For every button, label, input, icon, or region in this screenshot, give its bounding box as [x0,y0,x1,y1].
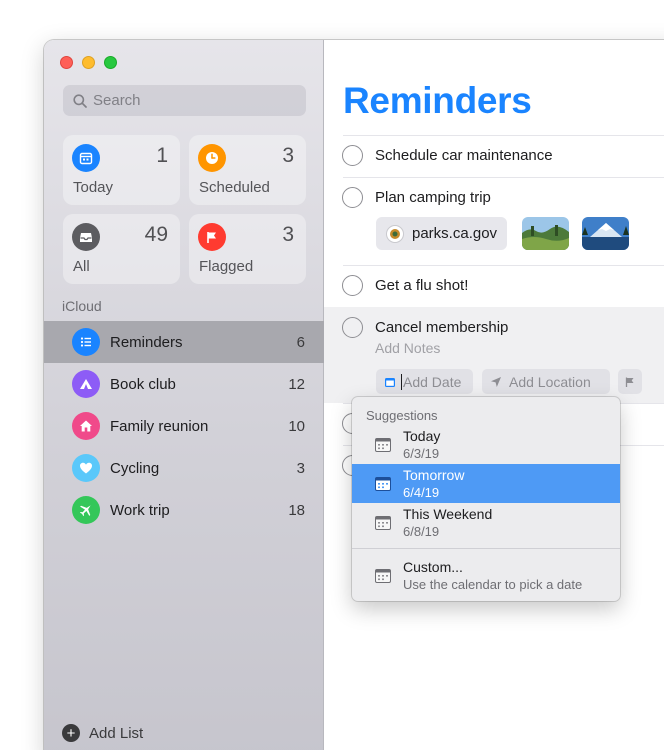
suggestion-label: This Weekend [403,506,493,522]
sidebar: Search 1 Today 3 Scheduled 49 All 3 Flag… [44,40,324,750]
zoom-window-button[interactable] [104,56,117,69]
flag-icon [198,223,226,251]
scheduled-count: 3 [282,144,294,167]
location-arrow-icon [491,376,501,387]
reminder-text[interactable]: Plan camping trip [375,189,491,206]
smart-list-all[interactable]: 49 All [63,214,180,284]
reminder-checkbox[interactable] [342,275,363,296]
calendar-icon [385,377,395,387]
flagged-label: Flagged [199,258,254,275]
clock-icon [198,144,226,172]
sidebar-item-cycling[interactable]: Cycling 3 [44,447,324,489]
suggestion-this-weekend[interactable]: This Weekend 6/8/19 [352,503,620,542]
add-notes-field[interactable]: Add Notes [375,340,440,356]
plus-icon: + [62,724,80,742]
list-icon [72,328,100,356]
window-controls [60,56,117,69]
add-location-label: Add Location [509,373,591,390]
smart-list-today[interactable]: 1 Today [63,135,180,205]
add-location-button[interactable]: Add Location [482,369,610,394]
smart-list-scheduled[interactable]: 3 Scheduled [189,135,306,205]
date-suggestions-popover: Suggestions Today 6/3/19 Tomorrow 6/4/19… [352,397,620,601]
popover-divider [352,548,620,549]
suggestion-tomorrow[interactable]: Tomorrow 6/4/19 [352,464,620,503]
suggestion-label: Custom... [403,559,463,575]
calendar-icon [375,569,391,583]
list-count: 18 [288,501,305,519]
airplane-icon [72,496,100,524]
tray-icon [72,223,100,251]
tent-icon [72,370,100,398]
today-count: 1 [156,144,168,167]
sidebar-item-reminders[interactable]: Reminders 6 [44,321,324,363]
divider [343,135,664,136]
reminder-text[interactable]: Cancel membership [375,319,508,336]
divider [343,265,664,266]
reminder-item[interactable]: Plan camping trip [342,187,491,208]
list-count: 10 [288,417,305,435]
minimize-window-button[interactable] [82,56,95,69]
link-attachment[interactable]: parks.ca.gov [376,217,508,250]
suggestion-label: Today [403,428,441,444]
all-count: 49 [144,223,168,246]
suggestion-subtext: Use the calendar to pick a date [403,577,583,592]
list-count: 3 [296,459,305,477]
calendar-icon [375,477,391,491]
park-seal-icon [386,224,404,243]
list-name: Cycling [110,459,160,477]
reminder-item[interactable]: Cancel membership [342,317,508,338]
add-list-button[interactable]: + Add List [62,724,143,742]
reminders-window: Search 1 Today 3 Scheduled 49 All 3 Flag… [44,40,664,750]
sidebar-item-work-trip[interactable]: Work trip 18 [44,489,324,531]
link-text: parks.ca.gov [412,225,498,242]
sidebar-item-book-club[interactable]: Book club 12 [44,363,324,405]
scheduled-label: Scheduled [199,179,270,196]
search-icon [73,93,87,108]
main-content: Reminders Schedule car maintenance Plan … [324,40,664,750]
add-date-label: Add Date [403,373,462,390]
close-window-button[interactable] [60,56,73,69]
reminder-checkbox[interactable] [342,317,363,338]
flag-icon [625,377,634,387]
suggestion-label: Tomorrow [403,467,465,483]
reminder-checkbox[interactable] [342,145,363,166]
image-attachment-meadow[interactable] [522,217,569,250]
reminder-item[interactable]: Schedule car maintenance [342,145,553,166]
search-input[interactable]: Search [63,85,306,116]
smart-list-flagged[interactable]: 3 Flagged [189,214,306,284]
flag-button[interactable] [618,369,642,394]
icloud-section-label: iCloud [62,298,102,314]
list-count: 6 [296,333,305,351]
calendar-icon [72,144,100,172]
suggestion-custom[interactable]: Custom... Use the calendar to pick a dat… [352,556,620,595]
sidebar-item-family-reunion[interactable]: Family reunion 10 [44,405,324,447]
today-label: Today [73,179,114,196]
heart-icon [72,454,100,482]
suggestion-date: 6/4/19 [403,485,440,500]
text-cursor [401,373,402,390]
all-label: All [73,258,90,275]
search-placeholder: Search [93,92,141,109]
list-name: Reminders [110,333,183,351]
calendar-icon [375,516,391,530]
flagged-count: 3 [282,223,294,246]
suggestion-today[interactable]: Today 6/3/19 [352,425,620,464]
calendar-icon [375,438,391,452]
add-list-label: Add List [89,724,144,742]
add-date-button[interactable]: Add Date [376,369,473,394]
page-title: Reminders [343,80,532,121]
reminder-item[interactable]: Get a flu shot! [342,275,468,296]
house-icon [72,412,100,440]
suggestion-date: 6/3/19 [403,446,440,461]
list-count: 12 [288,375,305,393]
reminder-text[interactable]: Schedule car maintenance [375,147,553,164]
divider [343,177,664,178]
popover-title: Suggestions [366,408,438,423]
image-attachment-lake[interactable] [582,217,629,250]
reminder-text[interactable]: Get a flu shot! [375,277,468,294]
reminder-checkbox[interactable] [342,187,363,208]
suggestion-date: 6/8/19 [403,524,440,539]
